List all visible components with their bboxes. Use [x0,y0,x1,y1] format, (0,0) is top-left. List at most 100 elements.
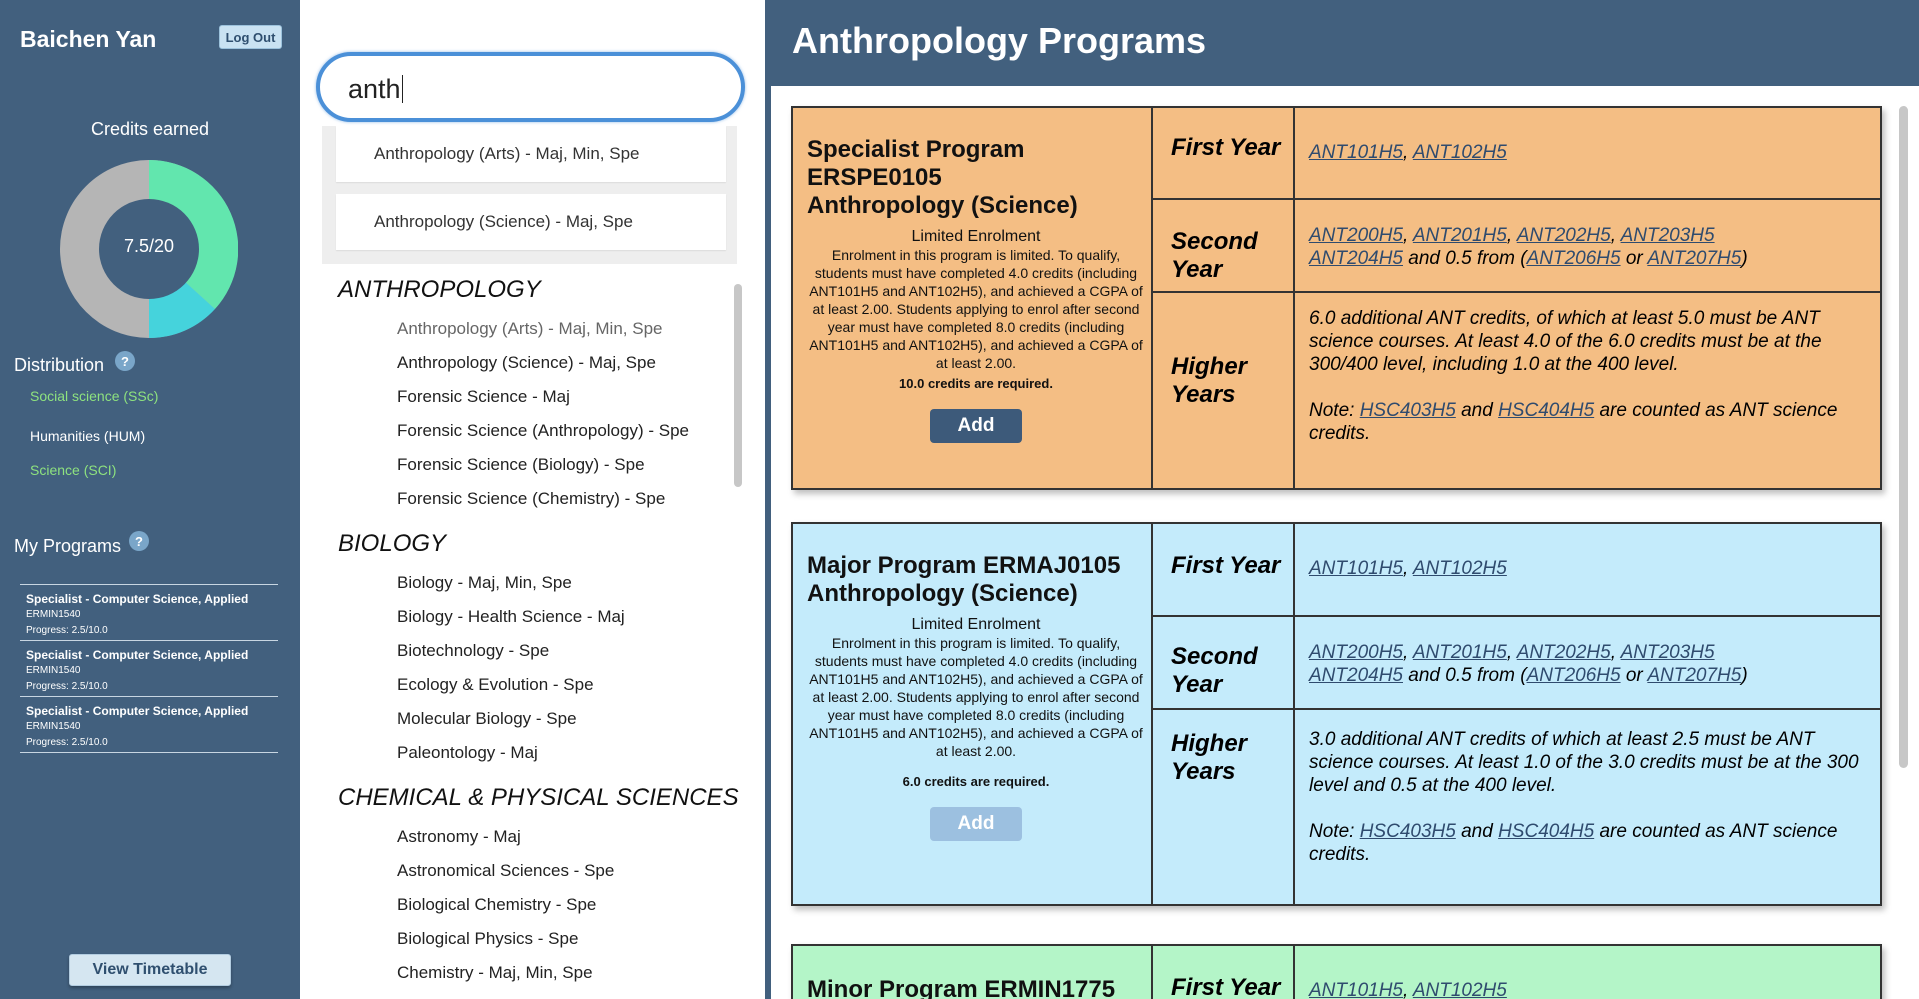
higher-years-label: Higher Years [1153,293,1295,488]
course-link[interactable]: ANT203H5 [1621,225,1715,246]
second-year-label-line2: Year [1171,256,1223,283]
program-table-major: Major Program ERMAJ0105 Anthropology (Sc… [791,522,1882,906]
program-title-line2: Anthropology (Science) [807,580,1078,607]
my-program-code: ERMIN1540 [26,665,81,676]
program-details-scrollbar[interactable] [1899,106,1908,768]
category-item[interactable]: Chemistry - Maj, Min, Spe [300,956,740,990]
course-link[interactable]: ANT202H5 [1517,225,1611,246]
program-enrolment: Limited Enrolment [911,616,1041,633]
second-year-label: Second Year [1153,200,1295,293]
category-item[interactable]: Astronomy - Maj [300,820,740,854]
add-program-button[interactable]: Add [930,807,1022,841]
course-link[interactable]: ANT203H5 [1621,642,1715,663]
category-heading: ANTHROPOLOGY [338,276,541,303]
my-program-progress: Progress: 2.5/10.0 [26,681,108,692]
second-year-requirements: ANT200H5, ANT201H5, ANT202H5, ANT203H5 A… [1295,200,1880,293]
course-link[interactable]: ANT204H5 [1309,248,1403,269]
suggestion-item[interactable]: Anthropology (Science) - Maj, Spe [336,194,726,250]
course-link[interactable]: ANT101H5 [1309,142,1403,163]
program-search-panel: anth Anthropology (Arts) - Maj, Min, Spe… [300,0,765,999]
user-name: Baichen Yan [20,26,157,52]
higher-years-text: 6.0 additional ANT credits, of which at … [1309,308,1822,375]
my-program-card[interactable]: Specialist - Computer Science, Applied E… [20,641,278,697]
program-table-specialist: Specialist Program ERSPE0105 Anthropolog… [791,106,1882,490]
category-item[interactable]: Astronomical Sciences - Spe [300,854,740,888]
category-item[interactable]: Forensic Science - Maj [300,380,740,414]
category-item[interactable]: Ecology & Evolution - Spe [300,668,740,702]
category-item[interactable]: Biological Physics - Spe [300,922,740,956]
distribution-title: Distribution [14,355,105,375]
program-title-line1: Specialist Program ERSPE0105 [807,136,1025,191]
requirement-text: or [1625,248,1643,269]
my-program-name: Specialist - Computer Science, Applied [26,648,249,662]
category-item[interactable]: Biology - Maj, Min, Spe [300,566,740,600]
course-link[interactable]: ANT101H5 [1309,980,1403,999]
add-program-button[interactable]: Add [930,409,1022,443]
my-programs-help-icon[interactable]: ? [129,531,149,551]
course-link[interactable]: ANT102H5 [1413,142,1507,163]
second-year-label-line1: Second [1171,643,1258,670]
course-link[interactable]: ANT102H5 [1413,558,1507,579]
program-details-panel: Anthropology Programs Specialist Program… [771,0,1919,999]
program-credits-required: 6.0 credits are required. [902,774,1050,789]
my-program-card[interactable]: Specialist - Computer Science, Applied E… [20,585,278,641]
distribution-help-icon[interactable]: ? [115,351,135,371]
credits-value: 7.5/20 [123,236,175,256]
search-suggestions: Anthropology (Arts) - Maj, Min, Spe Anth… [322,126,737,264]
course-link[interactable]: ANT207H5 [1647,665,1741,686]
program-title-line1: Minor Program ERMIN1775 [807,976,1116,999]
course-link[interactable]: HSC404H5 [1498,821,1594,842]
category-item[interactable]: Forensic Science (Chemistry) - Spe [300,482,740,516]
category-item[interactable]: Biology - Health Science - Maj [300,600,740,634]
course-link[interactable]: ANT206H5 [1527,665,1621,686]
view-timetable-button[interactable]: View Timetable [69,954,231,986]
distribution-ssc: Social science (SSc) [30,388,159,404]
program-enrolment: Limited Enrolment [911,228,1041,245]
note-and: and [1461,821,1493,842]
category-item[interactable]: Anthropology (Science) - Maj, Spe [300,346,740,380]
note-and: and [1461,400,1493,421]
first-year-label: First Year [1153,946,1295,999]
course-link[interactable]: ANT102H5 [1413,980,1507,999]
second-year-label-line1: Second [1171,228,1258,255]
my-program-code: ERMIN1540 [26,609,81,620]
course-link[interactable]: ANT200H5 [1309,642,1403,663]
suggestion-item[interactable]: Anthropology (Arts) - Maj, Min, Spe [336,126,726,182]
course-link[interactable]: HSC403H5 [1360,821,1456,842]
course-link[interactable]: ANT207H5 [1647,248,1741,269]
category-item[interactable]: Biotechnology - Spe [300,634,740,668]
course-link[interactable]: ANT206H5 [1527,248,1621,269]
program-table-minor: Minor Program ERMIN1775 First Year ANT10… [791,944,1882,999]
my-program-progress: Progress: 2.5/10.0 [26,737,108,748]
category-item[interactable]: Molecular Biology - Spe [300,702,740,736]
my-program-code: ERMIN1540 [26,721,81,732]
my-program-name: Specialist - Computer Science, Applied [26,592,249,606]
course-link[interactable]: ANT202H5 [1517,642,1611,663]
course-link[interactable]: ANT204H5 [1309,665,1403,686]
my-program-name: Specialist - Computer Science, Applied [26,704,249,718]
category-item[interactable]: Biological Chemistry - Spe [300,888,740,922]
course-link[interactable]: ANT200H5 [1309,225,1403,246]
course-link[interactable]: ANT101H5 [1309,558,1403,579]
category-item[interactable]: Paleontology - Maj [300,736,740,770]
my-programs-title: My Programs [14,536,122,556]
higher-years-label: Higher Years [1153,710,1295,904]
course-link[interactable]: ANT201H5 [1413,225,1507,246]
distribution-sci: Science (SCI) [30,462,117,478]
my-program-card[interactable]: Specialist - Computer Science, Applied E… [20,697,278,753]
text-caret [401,75,403,103]
category-item[interactable]: Anthropology (Arts) - Maj, Min, Spe [300,312,740,346]
higher-years-requirements: 3.0 additional ANT credits of which at l… [1295,710,1880,904]
course-link[interactable]: HSC403H5 [1360,400,1456,421]
search-input[interactable]: anth [316,52,745,122]
logout-button[interactable]: Log Out [219,25,282,49]
category-list-scrollbar[interactable] [734,284,742,487]
search-input-value: anth [348,74,403,105]
credits-title: Credits earned [90,119,210,139]
my-programs-list: Specialist - Computer Science, Applied E… [20,584,278,753]
category-item[interactable]: Forensic Science (Anthropology) - Spe [300,414,740,448]
course-link[interactable]: HSC404H5 [1498,400,1594,421]
course-link[interactable]: ANT201H5 [1413,642,1507,663]
distribution-hum: Humanities (HUM) [30,428,146,444]
category-item[interactable]: Forensic Science (Biology) - Spe [300,448,740,482]
